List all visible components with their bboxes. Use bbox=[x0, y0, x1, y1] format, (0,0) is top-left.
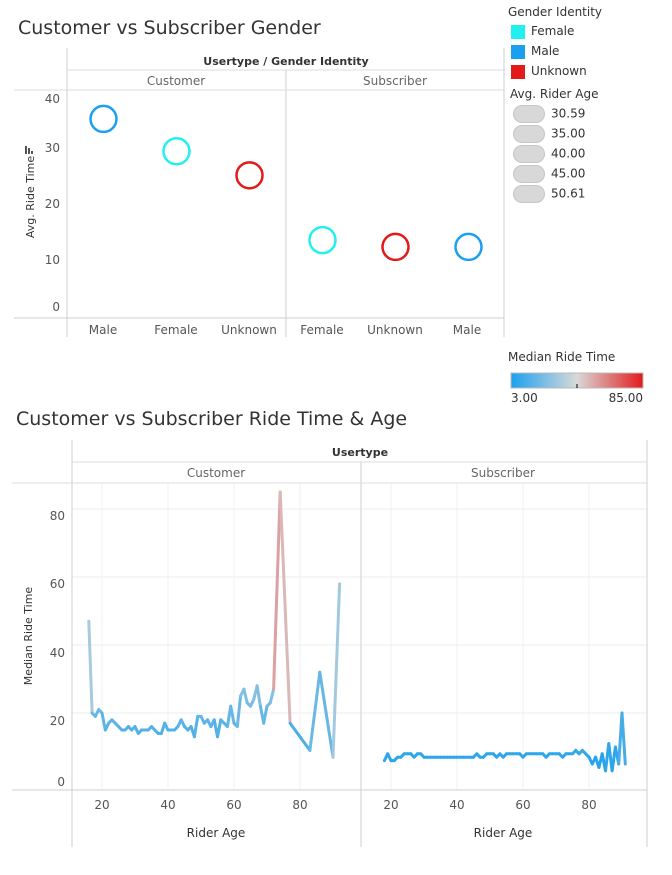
chart2-s-xtick-40: 40 bbox=[449, 798, 464, 812]
bubble-subscriber-unknown[interactable] bbox=[381, 232, 410, 262]
age-legend-item-2: 35.00 bbox=[513, 125, 585, 143]
legend-label-female: Female bbox=[531, 24, 575, 38]
age-size-pill bbox=[513, 125, 545, 143]
legend-label-male: Male bbox=[531, 44, 560, 58]
line-segment bbox=[278, 490, 292, 725]
chart2-s-xtick-80: 80 bbox=[581, 798, 596, 812]
chart1-ytick-30: 30 bbox=[45, 141, 60, 155]
age-legend-title: Avg. Rider Age bbox=[510, 87, 599, 101]
sort-icon[interactable] bbox=[25, 146, 33, 154]
age-size-pill bbox=[513, 145, 545, 163]
line-segment bbox=[318, 670, 335, 759]
median-legend-min: 3.00 bbox=[511, 391, 538, 405]
age-legend-label: 30.59 bbox=[551, 106, 586, 121]
series-line-customer[interactable] bbox=[87, 490, 342, 759]
chart2-svg: Usertype Customer Subscriber Median Ride… bbox=[12, 440, 648, 847]
chart2-c-xtick-40: 40 bbox=[160, 798, 175, 812]
chart1-xcat-customer-unknown: Unknown bbox=[221, 323, 277, 337]
chart2-panel-subscriber: Subscriber bbox=[471, 466, 535, 480]
chart1-xcat-customer-female: Female bbox=[154, 323, 197, 337]
age-legend-item-1: 30.59 bbox=[513, 105, 585, 123]
age-legend-item-5: 50.61 bbox=[513, 185, 585, 203]
bubble-subscriber-female[interactable] bbox=[308, 225, 337, 255]
age-legend-item-4: 45.00 bbox=[513, 165, 585, 183]
chart2-panel-customer: Customer bbox=[187, 466, 245, 480]
line-segment bbox=[87, 619, 94, 715]
chart1-xcat-subscriber-female: Female bbox=[300, 323, 343, 337]
median-legend-max: 85.00 bbox=[609, 391, 643, 405]
age-size-pill bbox=[513, 185, 545, 203]
chart1-ytick-20: 20 bbox=[45, 197, 60, 211]
line-segment bbox=[268, 687, 276, 705]
legend-label-unknown: Unknown bbox=[531, 64, 587, 78]
age-size-pill bbox=[513, 165, 545, 183]
bubble-customer-female[interactable] bbox=[162, 137, 191, 166]
age-legend-label: 50.61 bbox=[551, 186, 586, 201]
age-legend-label: 40.00 bbox=[551, 146, 586, 161]
line-segment bbox=[262, 704, 269, 725]
female-swatch bbox=[511, 24, 525, 39]
chart1-panel-customer: Customer bbox=[147, 74, 205, 88]
chart2-c-xtick-80: 80 bbox=[292, 798, 307, 812]
chart2-ytick-80: 80 bbox=[50, 509, 65, 523]
unknown-swatch bbox=[511, 64, 525, 79]
median-legend-title: Median Ride Time bbox=[508, 350, 616, 364]
chart2-s-xtick-60: 60 bbox=[515, 798, 530, 812]
chart1-panel-subscriber: Subscriber bbox=[363, 74, 427, 88]
chart2-column-header: Usertype bbox=[332, 446, 388, 459]
male-swatch bbox=[511, 44, 525, 59]
median-color-ramp: 3.00 85.00 bbox=[510, 372, 644, 405]
legend-item-unknown[interactable]: Unknown bbox=[511, 64, 587, 82]
age-size-pill bbox=[513, 105, 545, 123]
chart2-y-axis-label: Median Ride Time bbox=[22, 587, 35, 686]
chart2-ytick-40: 40 bbox=[50, 646, 65, 660]
line-segment bbox=[308, 670, 322, 752]
bubble-customer-male[interactable] bbox=[89, 104, 118, 134]
chart1-xcat-subscriber-unknown: Unknown bbox=[367, 323, 423, 337]
age-legend-item-3: 40.00 bbox=[513, 145, 585, 163]
chart2-title: Customer vs Subscriber Ride Time & Age bbox=[16, 408, 408, 430]
line-segment bbox=[192, 714, 200, 739]
chart2-c-xtick-20: 20 bbox=[94, 798, 109, 812]
chart1-ytick-40: 40 bbox=[45, 92, 60, 106]
line-segment bbox=[272, 490, 282, 691]
line-segment bbox=[242, 687, 249, 705]
chart2-ytick-60: 60 bbox=[50, 577, 65, 591]
line-segment bbox=[331, 582, 342, 759]
line-segment bbox=[620, 711, 627, 766]
age-legend-label: 35.00 bbox=[551, 126, 586, 141]
chart1-xcat-subscriber-male: Male bbox=[453, 323, 481, 337]
gender-legend-title: Gender Identity bbox=[508, 5, 603, 19]
chart1-y-axis-label: Avg. Ride Time bbox=[24, 156, 37, 238]
age-legend-label: 45.00 bbox=[551, 166, 586, 181]
bubble-subscriber-male[interactable] bbox=[454, 232, 483, 262]
chart2-ytick-20: 20 bbox=[50, 714, 65, 728]
legend-item-male[interactable]: Male bbox=[511, 44, 559, 62]
line-segment bbox=[235, 694, 243, 729]
chart2-ytick-0: 0 bbox=[57, 775, 65, 789]
chart2-c-xtick-60: 60 bbox=[226, 798, 241, 812]
chart2-x-axis-label-subscriber: Rider Age bbox=[474, 826, 533, 840]
line-segment bbox=[255, 684, 262, 708]
chart1-ytick-0: 0 bbox=[52, 300, 60, 314]
chart1-ytick-10: 10 bbox=[45, 253, 60, 267]
chart2-s-xtick-20: 20 bbox=[383, 798, 398, 812]
chart1-svg: Usertype / Gender Identity Customer Subs… bbox=[14, 48, 505, 337]
chart1-column-header: Usertype / Gender Identity bbox=[203, 55, 368, 68]
bubble-customer-unknown[interactable] bbox=[235, 161, 264, 190]
legend-item-female[interactable]: Female bbox=[511, 24, 574, 42]
chart2-x-axis-label-customer: Rider Age bbox=[187, 826, 246, 840]
line-segment bbox=[216, 718, 223, 739]
chart1-xcat-customer-male: Male bbox=[89, 323, 117, 337]
